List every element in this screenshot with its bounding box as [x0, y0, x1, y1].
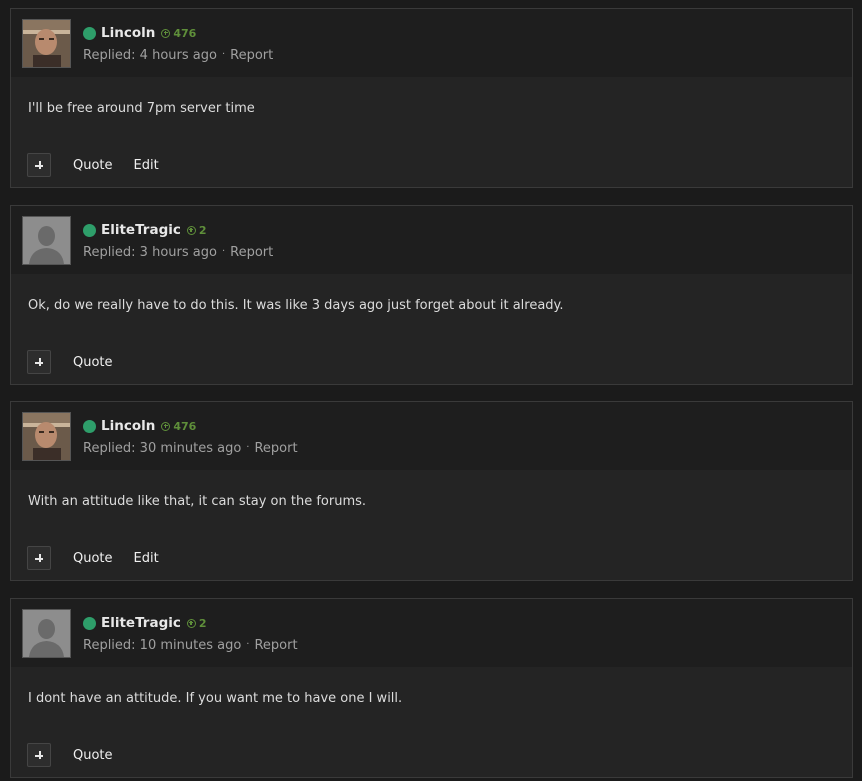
- post-body: I dont have an attitude. If you want me …: [28, 691, 403, 706]
- reputation-count: 2: [198, 223, 207, 237]
- edit-button[interactable]: Edit: [134, 551, 159, 566]
- separator: ·: [246, 639, 250, 650]
- post-body: With an attitude like that, it can stay …: [28, 494, 367, 509]
- upvote-button[interactable]: [27, 153, 51, 177]
- online-status-icon: [83, 26, 96, 40]
- report-link[interactable]: Report: [254, 638, 297, 653]
- report-link[interactable]: Report: [230, 48, 273, 63]
- reputation-badge: 476: [161, 420, 196, 433]
- reputation-badge: 476: [161, 27, 196, 40]
- avatar[interactable]: [22, 609, 71, 658]
- post-header: EliteTragic 2 Replied: 3 hours ago · Repor…: [11, 206, 852, 274]
- reputation-count: 476: [173, 419, 197, 433]
- post-actions: Quote Edit: [11, 538, 852, 578]
- post-actions: Quote: [11, 735, 852, 775]
- author-name[interactable]: EliteTragic: [101, 222, 181, 238]
- separator: ·: [246, 442, 250, 453]
- separator: ·: [221, 49, 226, 60]
- post: EliteTragic 2 Replied: 3 hours ago · Repor…: [10, 205, 853, 385]
- quote-button[interactable]: Quote: [73, 748, 113, 763]
- reputation-badge: 2: [186, 223, 207, 237]
- post: Lincoln 476 Replied: 4 hours ago · Report …: [10, 8, 853, 188]
- reputation-badge: 2: [186, 616, 207, 630]
- upvote-button[interactable]: [27, 743, 51, 767]
- author-name[interactable]: Lincoln: [101, 25, 155, 41]
- post: Lincoln 476 Replied: 30 minutes ago · Repo…: [10, 401, 853, 581]
- plus-circle-icon: [161, 28, 171, 38]
- plus-circle-icon: [161, 421, 171, 431]
- post-meta: Replied: 10 minutes ago · Report: [83, 638, 298, 653]
- replied-time: Replied: 10 minutes ago: [83, 638, 242, 653]
- reputation-count: 2: [198, 616, 207, 630]
- author-line: Lincoln 476: [83, 417, 196, 435]
- report-link[interactable]: Report: [230, 245, 273, 260]
- online-status-icon: [83, 419, 96, 433]
- post-body: I'll be free around 7pm server time: [28, 101, 255, 116]
- quote-button[interactable]: Quote: [73, 158, 113, 173]
- post-body: Ok, do we really have to do this. It was…: [28, 298, 564, 313]
- replied-time: Replied: 4 hours ago: [83, 48, 217, 63]
- avatar[interactable]: [22, 19, 71, 68]
- post-meta: Replied: 30 minutes ago · Report: [83, 441, 298, 456]
- upvote-button[interactable]: [27, 546, 51, 570]
- post-actions: Quote: [11, 342, 852, 382]
- replied-time: Replied: 30 minutes ago: [83, 441, 242, 456]
- author-line: EliteTragic 2: [83, 614, 207, 632]
- post-meta: Replied: 3 hours ago · Report: [83, 245, 273, 260]
- author-name[interactable]: Lincoln: [101, 418, 155, 434]
- reputation-count: 476: [173, 26, 197, 40]
- post: EliteTragic 2 Replied: 10 minutes ago · Re…: [10, 598, 853, 778]
- online-status-icon: [83, 616, 96, 630]
- report-link[interactable]: Report: [254, 441, 297, 456]
- avatar[interactable]: [22, 216, 71, 265]
- post-header: Lincoln 476 Replied: 4 hours ago · Report: [11, 9, 852, 77]
- avatar[interactable]: [22, 412, 71, 461]
- upvote-button[interactable]: [27, 350, 51, 374]
- post-actions: Quote Edit: [11, 145, 852, 185]
- replied-time: Replied: 3 hours ago: [83, 245, 217, 260]
- author-line: Lincoln 476: [83, 24, 196, 42]
- post-header: EliteTragic 2 Replied: 10 minutes ago · Re…: [11, 599, 852, 667]
- post-meta: Replied: 4 hours ago · Report: [83, 48, 273, 63]
- online-status-icon: [83, 223, 96, 237]
- author-name[interactable]: EliteTragic: [101, 615, 181, 631]
- plus-circle-icon: [186, 225, 196, 235]
- quote-button[interactable]: Quote: [73, 355, 113, 370]
- quote-button[interactable]: Quote: [73, 551, 113, 566]
- separator: ·: [221, 246, 226, 257]
- edit-button[interactable]: Edit: [134, 158, 159, 173]
- author-line: EliteTragic 2: [83, 221, 207, 239]
- plus-circle-icon: [186, 618, 196, 628]
- post-header: Lincoln 476 Replied: 30 minutes ago · Repo…: [11, 402, 852, 470]
